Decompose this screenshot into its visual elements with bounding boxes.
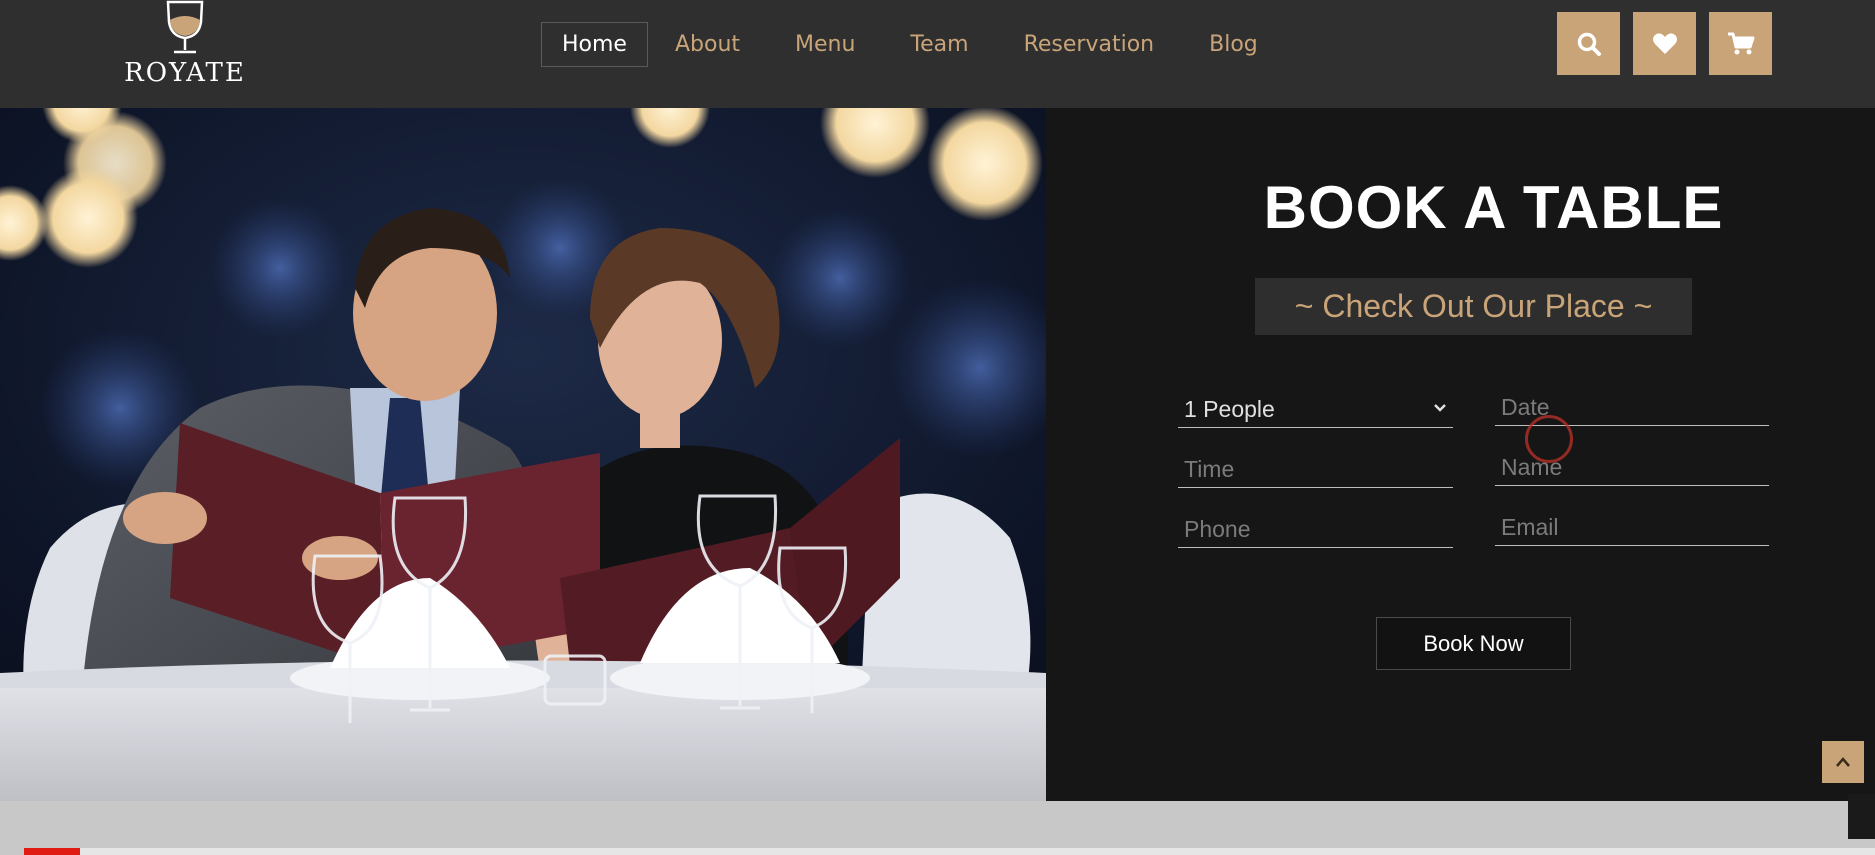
nav-menu[interactable]: Menu (780, 22, 870, 67)
wine-glass-icon (166, 0, 204, 54)
booking-title: BOOK A TABLE (1263, 174, 1724, 241)
cart-icon (1727, 32, 1754, 54)
book-now-button[interactable]: Book Now (1376, 617, 1571, 670)
booking-panel: BOOK A TABLE ~ Check Out Our Place ~ 1 P… (1046, 108, 1875, 801)
search-icon (1577, 32, 1601, 56)
nav-home[interactable]: Home (541, 22, 648, 67)
video-progress-fill (24, 848, 80, 855)
video-controls-strip (0, 801, 1875, 855)
time-placeholder: Time (1184, 456, 1235, 482)
click-indicator-ring (1525, 415, 1573, 463)
chevron-down-icon (1433, 392, 1447, 419)
email-placeholder: Email (1501, 514, 1559, 540)
nav-team[interactable]: Team (895, 22, 983, 67)
time-field[interactable]: Time (1178, 438, 1453, 488)
chevron-up-icon (1836, 757, 1850, 767)
search-button[interactable] (1557, 12, 1620, 75)
brand-name: ROYATE (124, 58, 246, 88)
wishlist-button[interactable] (1633, 12, 1696, 75)
phone-field[interactable]: Phone (1178, 498, 1453, 548)
booking-subtitle: ~ Check Out Our Place ~ (1255, 278, 1692, 335)
couple-dining-image (0, 108, 1046, 801)
brand-logo[interactable]: ROYATE (120, 0, 250, 100)
cart-button[interactable] (1709, 12, 1772, 75)
nav-blog[interactable]: Blog (1194, 22, 1273, 67)
main-nav: Home About Menu Team Reservation Blog (541, 22, 1298, 67)
nav-reservation[interactable]: Reservation (1009, 22, 1170, 67)
people-select-value: 1 People (1184, 396, 1275, 422)
phone-placeholder: Phone (1184, 516, 1251, 542)
hero-photo (0, 108, 1046, 801)
video-progress-bar[interactable] (24, 848, 1875, 855)
heart-icon (1652, 32, 1677, 54)
nav-icon-group (1557, 12, 1785, 75)
scroll-to-top-button[interactable] (1822, 741, 1864, 783)
people-select[interactable]: 1 People (1178, 378, 1453, 428)
nav-about[interactable]: About (660, 22, 755, 67)
email-field[interactable]: Email (1495, 498, 1769, 546)
top-navbar: ROYATE Home About Menu Team Reservation … (0, 0, 1875, 108)
channel-watermark (1848, 794, 1875, 839)
